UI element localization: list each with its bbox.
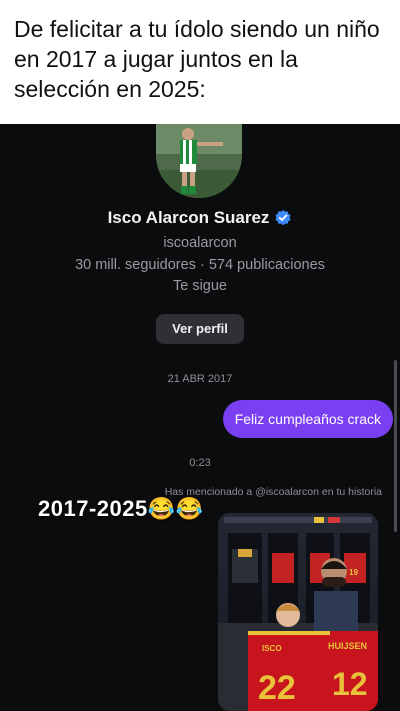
profile-stats: 30 mill. seguidores · 574 publicaciones (75, 257, 325, 273)
profile-name: Isco Alarcon Suarez (107, 208, 270, 227)
dm-screen: Isco Alarcon Suarez iscoalarcon 30 mill.… (0, 124, 400, 711)
sent-message-bubble[interactable]: Feliz cumpleaños crack (222, 400, 393, 438)
jersey-name-isco: ISCO (262, 644, 282, 653)
follow-status: Te sigue (172, 278, 227, 294)
scrollbar[interactable] (394, 360, 397, 532)
story-image[interactable]: HUIJSEN ISCO 22 12 19 (218, 513, 378, 711)
profile-name-row: Isco Alarcon Suarez (0, 208, 400, 228)
jersey-name-huijsen: HUIJSEN (328, 641, 367, 651)
overlay-years-text: 2017-2025😂😂 (38, 496, 204, 521)
caption-text: De felicitar a tu ídolo siendo un niño e… (14, 16, 380, 102)
chat-date: 21 ABR 2017 (167, 373, 233, 385)
jersey-number-19: 19 (349, 568, 358, 577)
meme-caption: De felicitar a tu ídolo siendo un niño e… (0, 0, 400, 124)
jersey-number-22: 22 (258, 669, 296, 707)
message-time: 0:23 (189, 457, 211, 469)
view-profile-button[interactable]: Ver perfil (156, 314, 244, 344)
verified-badge-icon (274, 209, 292, 227)
jersey-number-12: 12 (332, 666, 368, 702)
avatar[interactable] (156, 124, 242, 198)
profile-username: iscoalarcon (163, 235, 237, 251)
